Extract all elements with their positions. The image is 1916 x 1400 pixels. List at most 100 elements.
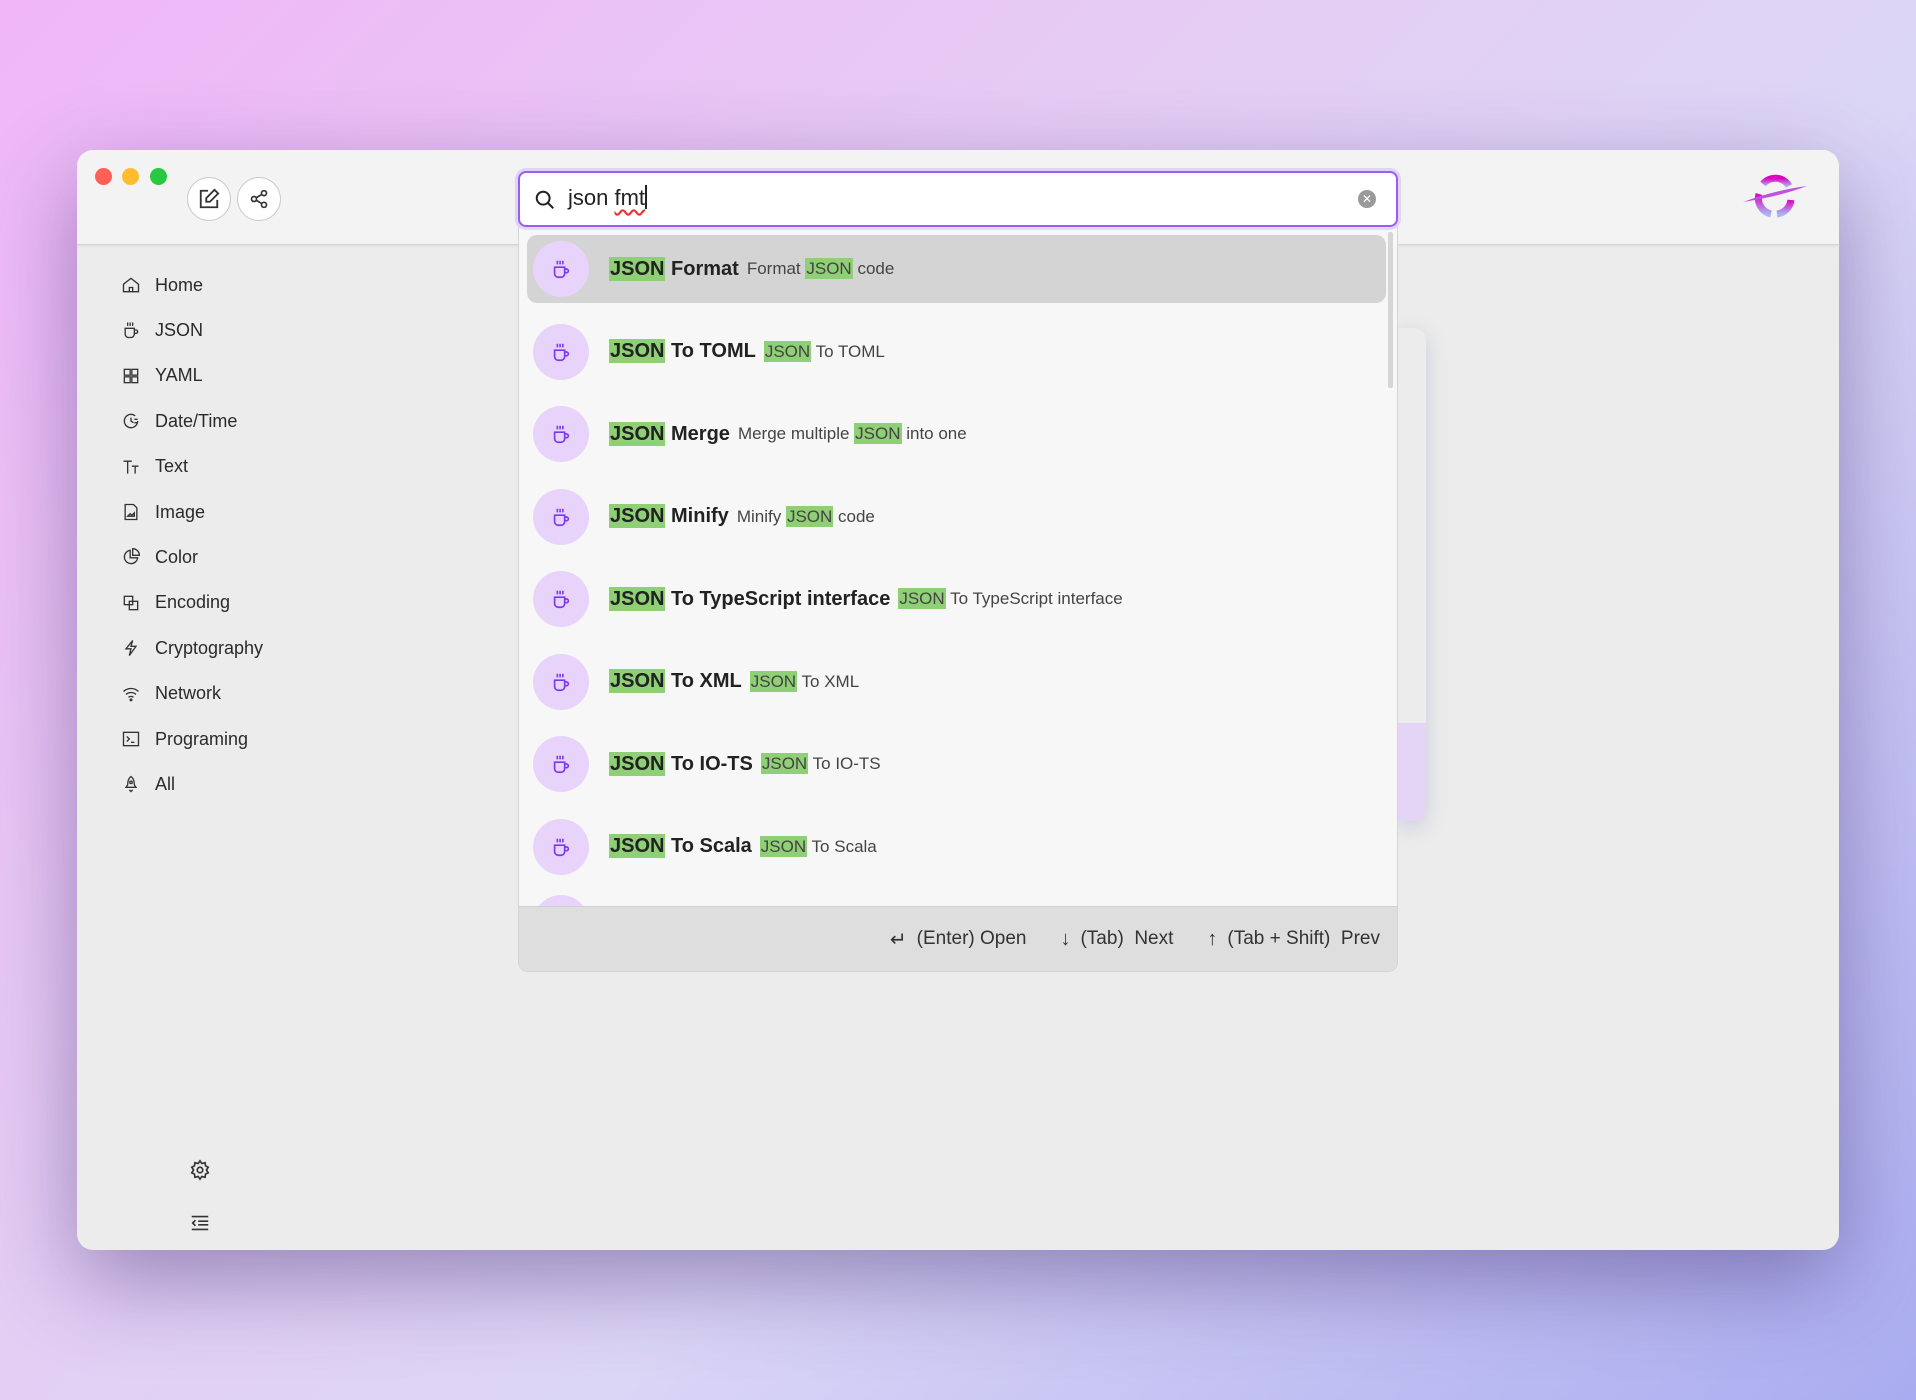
cup-icon [124, 322, 139, 339]
sidebar-item-label: All [155, 773, 176, 794]
grid-icon [123, 368, 139, 384]
key-icon: ↓ [1060, 927, 1071, 950]
hint-1: ↓ (Tab) Next [1060, 928, 1173, 951]
title-rest: To XML [665, 670, 742, 692]
sidebar-item-label: YAML [155, 365, 203, 386]
collapse-sidebar-icon[interactable] [189, 1212, 211, 1234]
search-results-dropdown: JSON Format Format JSON code JSON To TOML J… [518, 227, 1398, 972]
title-rest: Format [665, 257, 739, 280]
pie-icon [123, 548, 141, 565]
clear-search-button[interactable]: ✕ [1358, 190, 1376, 208]
result-icon [533, 488, 589, 545]
close-window-button[interactable] [95, 168, 112, 185]
result-icon [533, 736, 589, 792]
cup-icon [553, 590, 570, 609]
sidebar: Home JSON YAML Date/Time Text Image Color Encod… [77, 245, 477, 1250]
edit-button[interactable] [187, 177, 231, 221]
title-match: JSON [609, 421, 666, 446]
result-title: JSON To TypeScript interface [609, 586, 891, 611]
title-rest: To TypeScript interface [665, 587, 891, 610]
result-item[interactable]: JSON Minify Minify JSON code [527, 483, 1386, 551]
sidebar-item-encoding[interactable]: Encoding [121, 585, 230, 621]
keyboard-hints: ↵ (Enter) Open ↓ (Tab) Next ↑ (Tab + Shift) P… [519, 906, 1397, 971]
bolt-icon [124, 640, 138, 657]
title-rest: Minify [665, 505, 729, 527]
desc-part: JSON [785, 505, 834, 527]
result-description: Merge multiple JSON into one [737, 423, 967, 444]
terminal-icon [122, 731, 140, 747]
title-match: JSON [609, 669, 666, 693]
sidebar-item-datetime[interactable]: Date/Time [121, 403, 237, 439]
cup-icon [553, 343, 570, 361]
desc-part: JSON [763, 340, 812, 362]
sidebar-item-all[interactable]: All [121, 766, 175, 802]
search-box[interactable]: json fmt ✕ [518, 171, 1398, 227]
scrollbar[interactable] [1388, 232, 1393, 388]
desc-part: To XML [797, 671, 860, 691]
home-icon [122, 277, 140, 293]
sidebar-item-network[interactable]: Network [121, 676, 221, 712]
result-item[interactable]: JSON To Scala JSON To Scala [527, 813, 1386, 881]
minimize-window-button[interactable] [122, 168, 139, 185]
sidebar-item-color[interactable]: Color [121, 539, 198, 575]
sidebar-item-json[interactable]: JSON [121, 312, 203, 348]
settings-icon[interactable] [189, 1159, 211, 1181]
title-match: JSON [609, 834, 666, 858]
app-logo-icon [1743, 174, 1807, 218]
sidebar-item-yaml[interactable]: YAML [121, 358, 203, 394]
result-description: Minify JSON code [737, 505, 875, 527]
sidebar-item-home[interactable]: Home [121, 267, 203, 303]
sidebar-item-programing[interactable]: Programing [121, 721, 248, 757]
result-title: JSON To IO-TS [609, 751, 753, 776]
result-title: JSON Format [609, 256, 739, 281]
results-list: JSON Format Format JSON code JSON To TOML J… [519, 227, 1397, 907]
sidebar-item-label: Encoding [155, 592, 231, 613]
result-item[interactable]: JSON To TOML JSON To TOML [527, 318, 1386, 386]
cup-icon [553, 673, 570, 691]
clock-icon [123, 413, 139, 429]
sidebar-item-cryptography[interactable]: Cryptography [121, 630, 263, 666]
desc-part: into one [901, 424, 967, 443]
result-icon [533, 241, 589, 297]
desc-part: JSON [760, 753, 809, 774]
result-title: JSON To XML [609, 669, 742, 693]
share-button[interactable] [237, 177, 281, 221]
sidebar-item-label: JSON [155, 319, 204, 340]
squares-icon [123, 595, 139, 611]
sidebar-item-label: Home [155, 274, 204, 295]
desc-part: JSON [749, 670, 798, 692]
result-item[interactable]: JSON Merge Merge multiple JSON into one [527, 400, 1386, 468]
result-item[interactable]: JSON To TypeScript interface JSON To Type… [527, 565, 1386, 633]
result-title: JSON Merge [609, 421, 730, 446]
hint-label: (Tab + Shift) Prev [1227, 928, 1380, 949]
sidebar-item-label: Date/Time [155, 410, 238, 431]
result-item[interactable]: JSON Format Format JSON code [527, 235, 1386, 303]
desc-part: To IO-TS [808, 754, 881, 773]
desc-part: JSON [759, 835, 808, 857]
result-title: JSON To TOML [609, 339, 756, 363]
wifi-icon [123, 687, 139, 701]
cup-icon [553, 838, 570, 856]
sidebar-item-label: Image [155, 501, 206, 522]
result-title: JSON Minify [609, 504, 729, 528]
sidebar-item-image[interactable]: Image [121, 494, 205, 530]
title-match: JSON [609, 504, 666, 528]
desc-part: JSON [854, 423, 902, 444]
search-icon [535, 190, 554, 209]
sidebar-item-label: Cryptography [155, 637, 264, 658]
desc-part: Format [746, 259, 806, 278]
desc-part: To TOML [811, 341, 885, 361]
result-item[interactable]: JSON To IO-TS JSON To IO-TS [527, 730, 1386, 798]
maximize-window-button[interactable] [150, 168, 167, 185]
title-rest: To TOML [665, 340, 756, 362]
title-match: JSON [609, 256, 666, 281]
hint-label: (Tab) Next [1080, 928, 1174, 949]
sidebar-item-label: Color [155, 546, 199, 567]
desc-part: JSON [898, 588, 946, 609]
desc-part: Merge multiple [737, 424, 855, 443]
query-text: json [568, 185, 609, 210]
search-input[interactable]: json fmt [568, 185, 647, 211]
result-item[interactable]: JSON To XML JSON To XML [527, 648, 1386, 716]
sidebar-item-text[interactable]: Text [121, 449, 188, 485]
sidebar-item-label: Programing [155, 728, 249, 749]
